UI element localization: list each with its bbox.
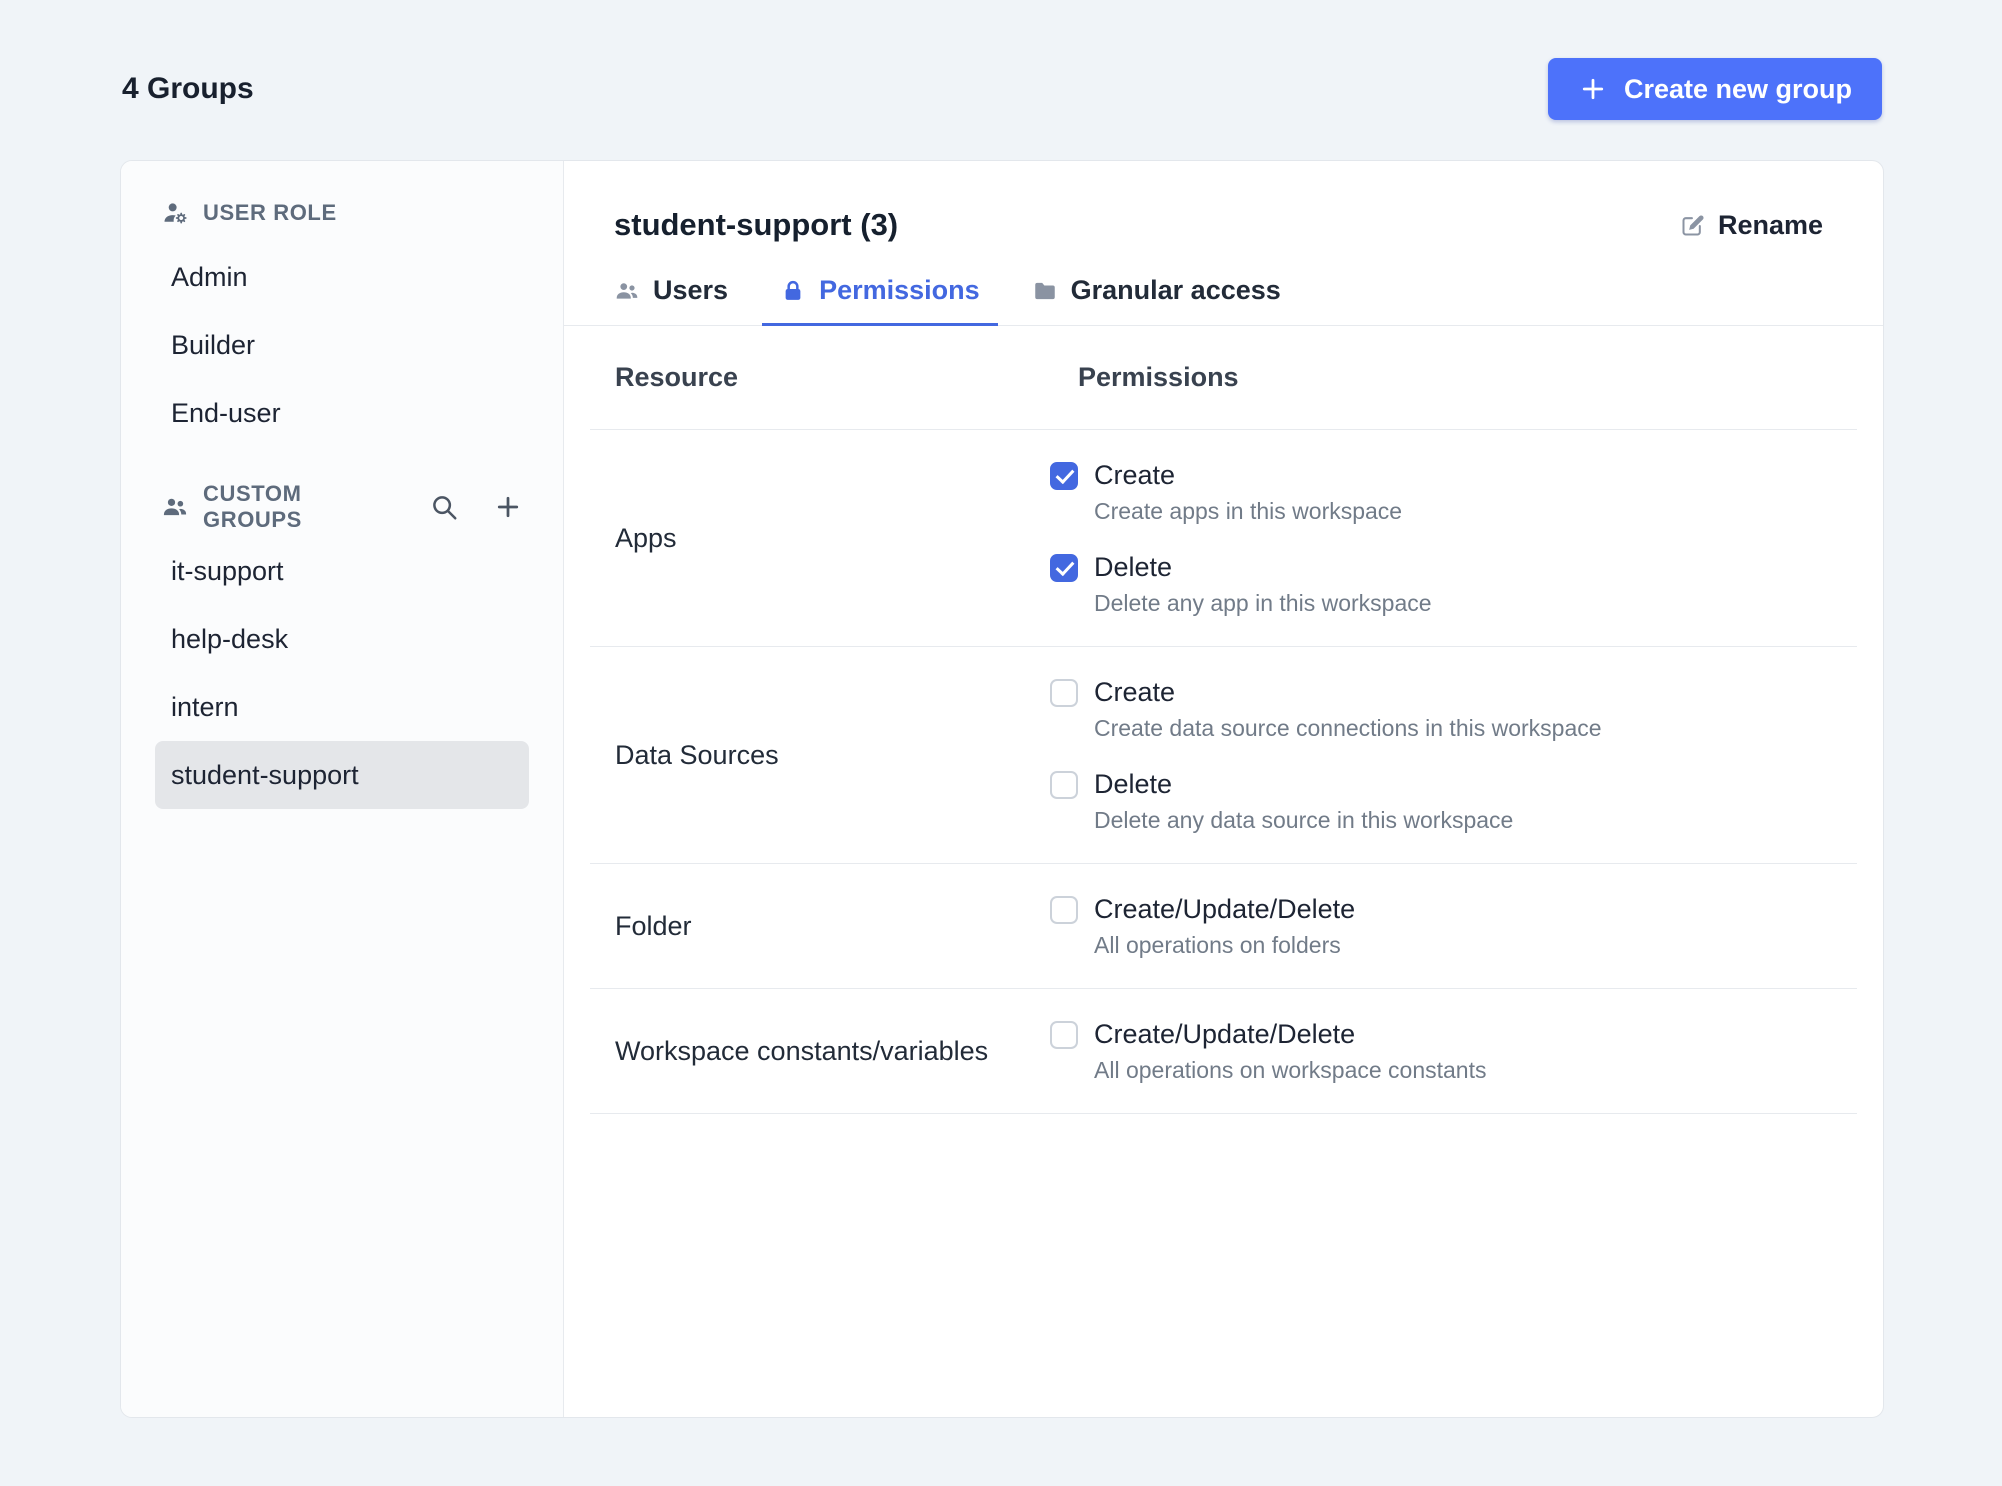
add-group-button[interactable] <box>493 492 523 522</box>
permission-label: Create/Update/Delete <box>1094 1019 1356 1049</box>
permissions-cell: Create Create data source connections in … <box>1050 675 1857 835</box>
tab-label: Users <box>653 275 729 305</box>
tabs: Users Permissions Granular access <box>596 261 1823 326</box>
permission-label: Create <box>1094 460 1176 490</box>
table-row-folder: Folder Create/Update/Delete All operations… <box>590 864 1857 989</box>
tab-label: Granular access <box>1070 275 1281 305</box>
users-icon <box>614 278 640 304</box>
table-rows: Apps Create Create apps in this workspace D… <box>590 430 1857 1114</box>
tab-label: Permissions <box>819 275 980 305</box>
custom-groups-header-label: CUSTOM GROUPS <box>203 481 302 532</box>
create-new-group-button[interactable]: Create new group <box>1547 58 1882 120</box>
custom-groups-header: CUSTOM GROUPS <box>161 481 523 532</box>
permission-item: Create/Update/Delete All operations on fo… <box>1050 892 1857 960</box>
custom-groups-icon <box>161 493 189 521</box>
user-role-header-label: USER ROLE <box>203 200 337 225</box>
permission-checkbox[interactable] <box>1050 771 1078 799</box>
user-role-icon <box>161 199 189 227</box>
sidebar-item-help-desk[interactable]: help-desk <box>155 605 529 673</box>
resource-label: Folder <box>615 910 692 941</box>
groups-card: USER ROLE Admin Builder End-user CUSTOM GR… <box>120 160 1884 1418</box>
permission-label: Delete <box>1094 552 1173 582</box>
permission-checkbox[interactable] <box>1050 896 1078 924</box>
user-role-list: Admin Builder End-user <box>121 243 563 447</box>
permission-item: Delete Delete any data source in this wor… <box>1050 767 1857 835</box>
rename-button[interactable]: Rename <box>1679 210 1823 241</box>
permission-text: Create/Update/Delete All operations on fo… <box>1094 892 1355 960</box>
create-new-group-label: Create new group <box>1623 73 1852 104</box>
permission-checkbox[interactable] <box>1050 462 1078 490</box>
sidebar-item-admin[interactable]: Admin <box>155 243 529 311</box>
permission-item: Create Create data source connections in … <box>1050 675 1857 743</box>
panel-header: student-support (3) Rename Users Permissi… <box>564 161 1883 326</box>
table-header: Resource Permissions <box>590 326 1857 430</box>
tab-granular-access[interactable]: Granular access <box>1014 261 1299 326</box>
resource-label: Data Sources <box>615 739 779 770</box>
rename-label: Rename <box>1717 209 1823 240</box>
sidebar-item-intern[interactable]: intern <box>155 673 529 741</box>
permission-text: Create Create apps in this workspace <box>1094 458 1402 526</box>
plus-icon <box>1578 74 1608 104</box>
sidebar-item-student-support[interactable]: student-support <box>155 741 529 809</box>
resource-label: Workspace constants/variables <box>615 1035 989 1066</box>
permission-item: Create/Update/Delete All operations on wo… <box>1050 1017 1857 1085</box>
permission-checkbox[interactable] <box>1050 1021 1078 1049</box>
group-detail-panel: student-support (3) Rename Users Permissi… <box>564 161 1883 1417</box>
table-row-data-sources: Data Sources Create Create data source con… <box>590 647 1857 864</box>
tab-permissions[interactable]: Permissions <box>762 261 998 326</box>
permission-description: Create data source connections in this w… <box>1094 715 1602 741</box>
permission-label: Create/Update/Delete <box>1094 894 1356 924</box>
column-header-permissions: Permissions <box>1078 362 1239 392</box>
user-role-header: USER ROLE <box>161 193 523 233</box>
permissions-cell: Create/Update/Delete All operations on wo… <box>1050 1017 1857 1085</box>
permission-text: Delete Delete any data source in this wor… <box>1094 767 1513 835</box>
permission-text: Delete Delete any app in this workspace <box>1094 550 1432 618</box>
search-groups-button[interactable] <box>429 492 459 522</box>
permission-checkbox[interactable] <box>1050 554 1078 582</box>
folder-icon <box>1032 278 1058 304</box>
page-title: 4 Groups <box>122 72 254 105</box>
permission-text: Create Create data source connections in … <box>1094 675 1602 743</box>
permission-description: Delete any app in this workspace <box>1094 590 1432 616</box>
sidebar: USER ROLE Admin Builder End-user CUSTOM GR… <box>121 161 564 1417</box>
permissions-cell: Create/Update/Delete All operations on fo… <box>1050 892 1857 960</box>
resource-label: Apps <box>615 522 677 553</box>
column-header-resource: Resource <box>615 362 739 392</box>
lock-icon <box>780 278 806 304</box>
sidebar-item-builder[interactable]: Builder <box>155 311 529 379</box>
permissions-cell: Create Create apps in this workspace Delet… <box>1050 458 1857 618</box>
sidebar-item-end-user[interactable]: End-user <box>155 379 529 447</box>
custom-groups-list: it-support help-desk intern student-support <box>121 537 563 809</box>
permission-text: Create/Update/Delete All operations on wo… <box>1094 1017 1487 1085</box>
permission-description: Create apps in this workspace <box>1094 498 1403 524</box>
permission-item: Delete Delete any app in this workspace <box>1050 550 1857 618</box>
sidebar-item-it-support[interactable]: it-support <box>155 537 529 605</box>
topbar: 4 Groups Create new group <box>0 0 2002 120</box>
permissions-table: Resource Permissions Apps Create Create ap… <box>590 326 1857 1114</box>
plus-icon <box>493 492 523 522</box>
permission-item: Create Create apps in this workspace <box>1050 458 1857 526</box>
permission-label: Delete <box>1094 769 1173 799</box>
permission-description: All operations on workspace constants <box>1094 1057 1487 1083</box>
tab-users[interactable]: Users <box>596 261 746 326</box>
permission-description: All operations on folders <box>1094 932 1341 958</box>
permission-label: Create <box>1094 677 1176 707</box>
edit-icon <box>1679 212 1706 239</box>
group-title: student-support (3) <box>614 207 899 242</box>
permission-description: Delete any data source in this workspace <box>1094 807 1514 833</box>
permission-checkbox[interactable] <box>1050 679 1078 707</box>
table-row-workspace-constants-variables: Workspace constants/variables Create/Upda… <box>590 989 1857 1114</box>
table-row-apps: Apps Create Create apps in this workspace D… <box>590 430 1857 647</box>
search-icon <box>429 492 459 522</box>
